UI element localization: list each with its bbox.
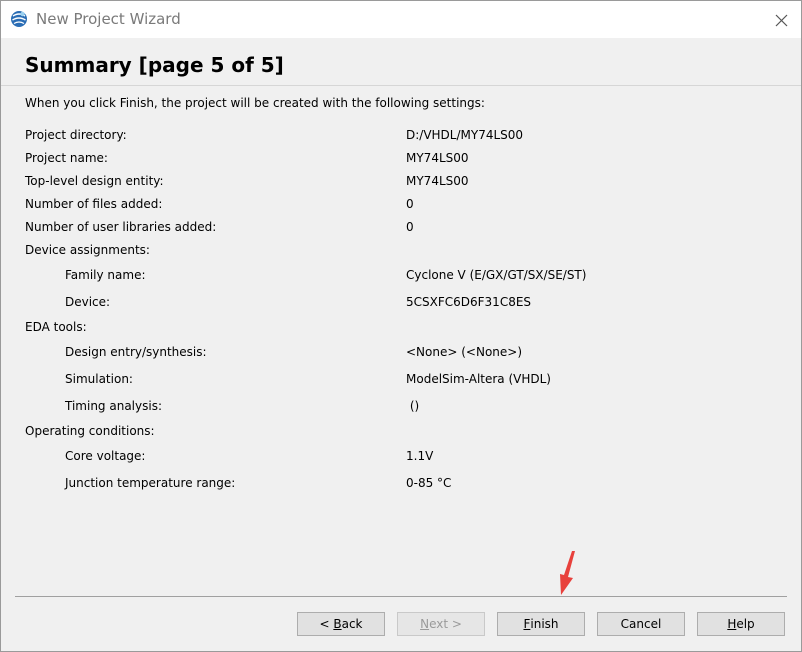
setting-value: Cyclone V (E/GX/GT/SX/SE/ST) [406,268,587,282]
setting-value: 0-85 °C [406,476,452,490]
quartus-globe-icon [11,11,27,27]
finish-button-mnemonic: F [523,617,531,631]
back-button[interactable]: < Back [297,612,385,636]
button-divider [15,596,787,597]
page-title: Summary [page 5 of 5] [25,53,284,77]
finish-button[interactable]: Finish [497,612,585,636]
setting-label: Project directory: [25,128,127,142]
window-title: New Project Wizard [36,10,181,28]
section-label: Device assignments: [25,243,150,257]
section-label: Operating conditions: [25,424,155,438]
help-button-rest: elp [736,617,755,631]
help-button-mnemonic: H [727,617,737,631]
title-bar: New Project Wizard [1,1,801,38]
setting-label: Simulation: [65,372,133,386]
finish-button-rest: inish [530,617,559,631]
section-label: EDA tools: [25,320,87,334]
help-button[interactable]: Help [697,612,785,636]
setting-value: 1.1V [406,449,434,463]
wizard-content: Summary [page 5 of 5] When you click Fin… [1,38,801,651]
close-icon[interactable] [767,7,795,33]
setting-label: Top-level design entity: [25,174,164,188]
back-button-rest: ack [341,617,363,631]
intro-text: When you click Finish, the project will … [25,96,485,110]
back-button-mnemonic: B [333,617,342,631]
setting-label: Number of user libraries added: [25,220,217,234]
setting-label: Design entry/synthesis: [65,345,207,359]
new-project-wizard-window: New Project Wizard Summary [page 5 of 5]… [0,0,802,652]
heading-divider [1,85,801,86]
setting-label: Family name: [65,268,146,282]
cancel-button[interactable]: Cancel [597,612,685,636]
setting-label: Junction temperature range: [65,476,236,490]
next-button[interactable]: Next > [397,612,485,636]
setting-value: D:/VHDL/MY74LS00 [406,128,524,142]
setting-value: MY74LS00 [406,174,469,188]
back-button-prefix: < [319,617,334,631]
setting-label: Core voltage: [65,449,146,463]
next-button-mnemonic: N [420,617,430,631]
setting-label: Timing analysis: [65,399,162,413]
setting-value: MY74LS00 [406,151,469,165]
setting-value: <None> (<None>) [406,345,523,359]
setting-label: Number of files added: [25,197,163,211]
setting-label: Device: [65,295,111,309]
setting-value: 0 [406,220,414,234]
setting-label: Project name: [25,151,108,165]
setting-value: 0 [406,197,414,211]
red-arrow-pointer-icon [560,551,575,595]
next-button-rest: ext > [429,617,462,631]
setting-value: () [406,399,420,413]
cancel-button-label: Cancel [620,617,662,631]
setting-value: 5CSXFC6D6F31C8ES [406,295,532,309]
setting-value: ModelSim-Altera (VHDL) [406,372,551,386]
